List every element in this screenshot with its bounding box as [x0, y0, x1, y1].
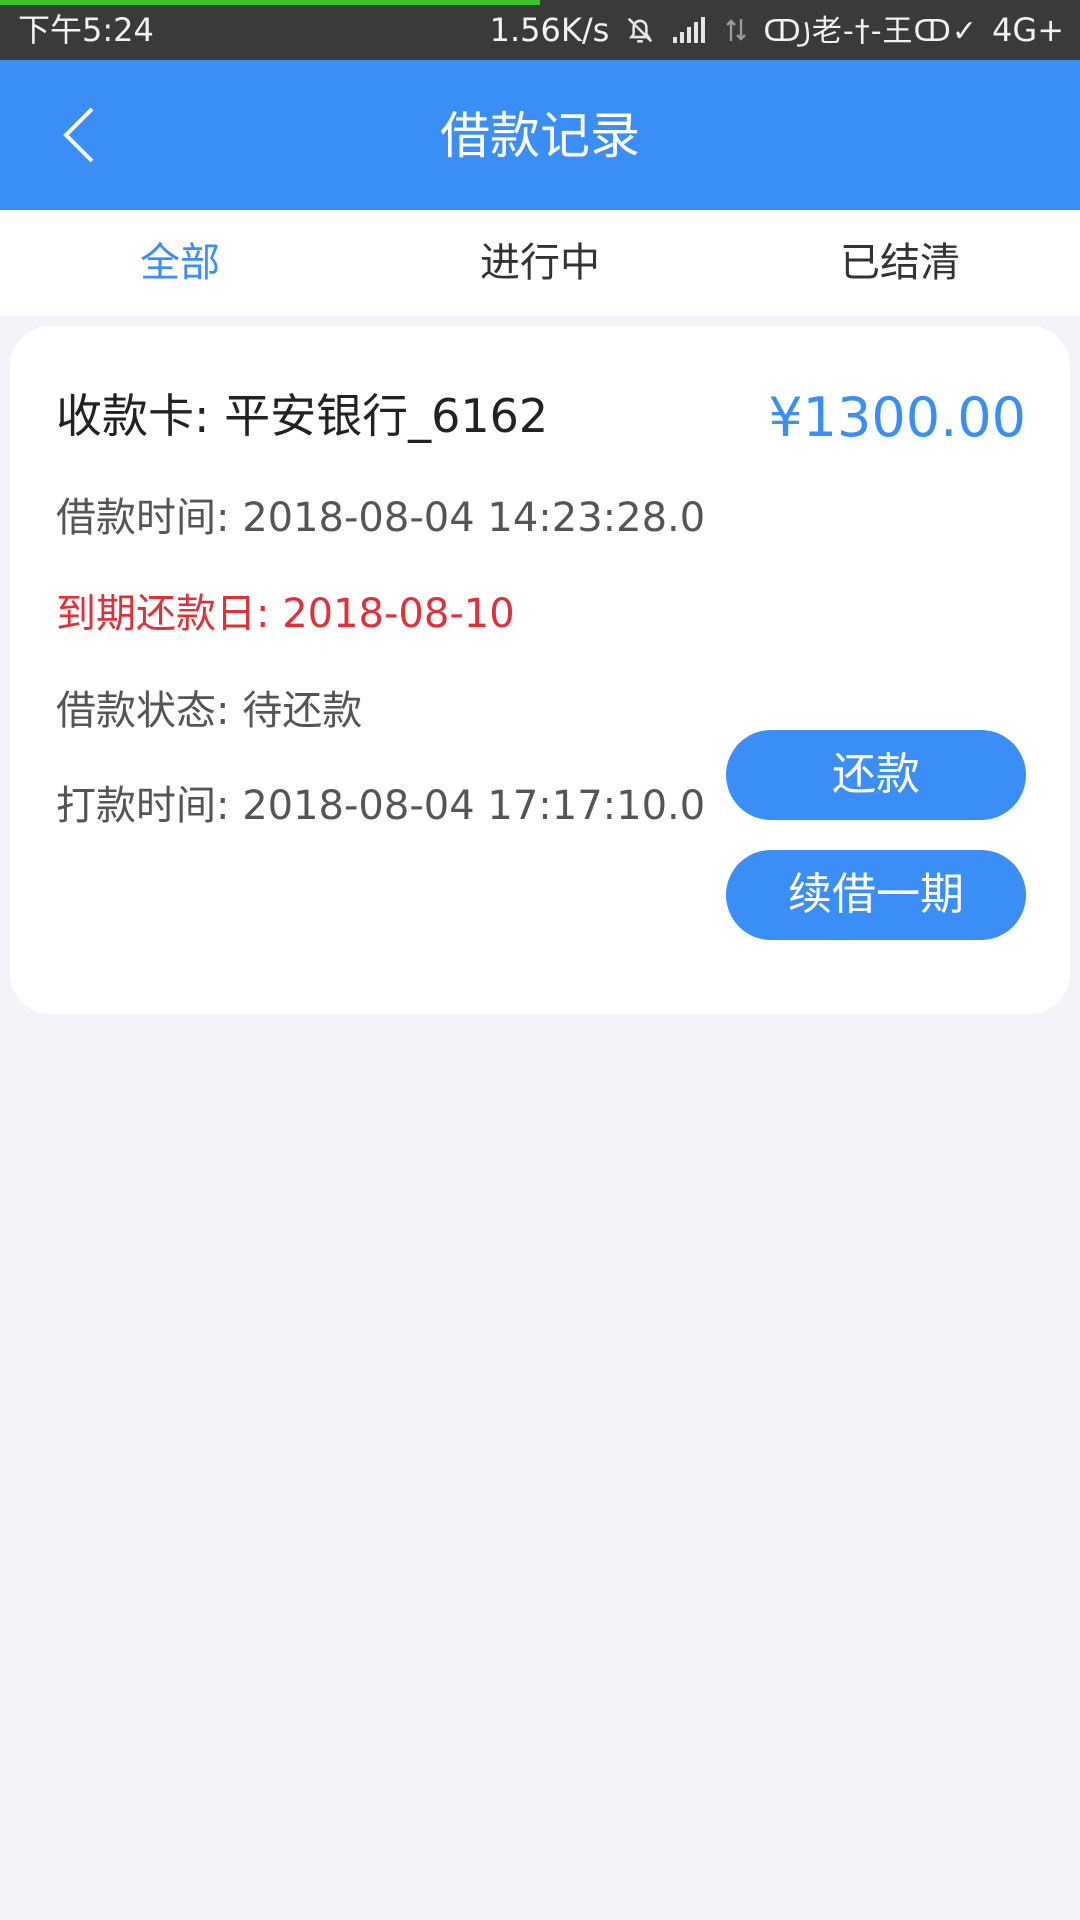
status-bar: 下午5:24 1.56K/s ↀ꠸老-†-王ↀ✓ 4G+	[0, 0, 1080, 60]
due-date: 到期还款日: 2018-08-10	[56, 591, 515, 637]
receiving-card: 收款卡: 平安银行_6162	[56, 389, 549, 443]
page-title: 借款记录	[440, 107, 640, 165]
network-type: 4G+	[992, 11, 1064, 49]
loan-record-card: 收款卡: 平安银行_6162 ¥1300.00 借款时间: 2018-08-04…	[10, 326, 1070, 1014]
filter-tabs: 全部 进行中 已结清	[0, 210, 1080, 316]
tab-settled[interactable]: 已结清	[720, 210, 1080, 316]
carrier-name: ↀ꠸老-†-王ↀ✓	[763, 14, 979, 49]
page-load-progress-fill	[0, 0, 540, 5]
data-transfer-icon	[723, 15, 749, 45]
top-navigation-bar: 借款记录	[0, 60, 1080, 210]
status-right-group: 1.56K/s ↀ꠸老-†-王ↀ✓ 4G+	[490, 10, 1064, 50]
page-load-progress	[0, 0, 1080, 5]
tab-in-progress[interactable]: 进行中	[360, 210, 720, 316]
payment-time: 打款时间: 2018-08-04 17:17:10.0	[56, 783, 706, 829]
loan-time: 借款时间: 2018-08-04 14:23:28.0	[56, 495, 706, 541]
renew-button[interactable]: 续借一期	[726, 850, 1026, 940]
status-time: 下午5:24	[18, 11, 154, 49]
signal-icon	[671, 15, 709, 45]
loan-amount: ¥1300.00	[768, 386, 1026, 449]
bell-off-icon	[623, 13, 657, 47]
network-speed: 1.56K/s	[489, 11, 610, 49]
loan-status: 借款状态: 待还款	[56, 688, 363, 734]
tab-all[interactable]: 全部	[0, 210, 360, 316]
repay-button[interactable]: 还款	[726, 730, 1026, 820]
